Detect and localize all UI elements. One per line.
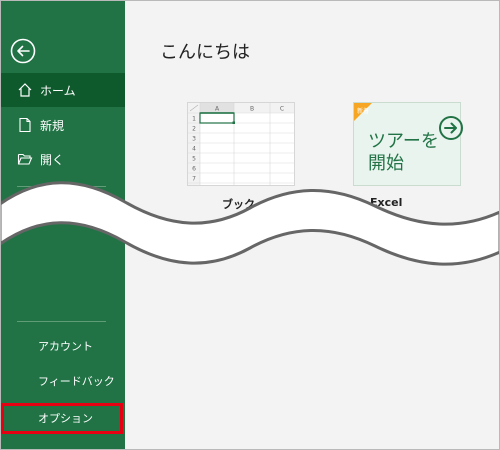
blank-workbook-tile[interactable]: A B C 1 2 3 4 5 6 7 (187, 102, 295, 186)
sidebar-item-open[interactable]: 開く (0, 142, 125, 176)
tour-title: ツアーを 開始 (368, 131, 439, 174)
sidebar-item-label: フィードバック (38, 375, 115, 388)
svg-text:3: 3 (192, 136, 196, 143)
open-folder-icon (17, 151, 33, 167)
wavy-break-overlay (0, 181, 500, 266)
sidebar-item-home[interactable]: ホーム (0, 73, 125, 107)
sidebar-item-new[interactable]: 新規 (0, 108, 125, 142)
svg-text:B: B (250, 106, 254, 113)
sidebar-item-label: アカウント (38, 340, 93, 353)
svg-text:C: C (280, 106, 284, 113)
arrow-right-circle-icon (439, 116, 463, 140)
svg-text:4: 4 (192, 146, 196, 153)
sidebar-item-feedback[interactable]: フィードバック (0, 366, 125, 396)
svg-text:新着: 新着 (357, 107, 369, 115)
svg-text:2: 2 (192, 126, 196, 133)
svg-text:5: 5 (192, 156, 196, 163)
spreadsheet-preview: A B C 1 2 3 4 5 6 7 (188, 103, 294, 185)
take-tour-tile[interactable]: 新着 ツアーを 開始 (353, 102, 463, 186)
sidebar-divider (17, 321, 106, 322)
svg-text:1: 1 (192, 116, 196, 123)
new-document-icon (17, 117, 33, 133)
back-arrow-icon[interactable] (10, 38, 36, 64)
new-badge: 新着 (354, 103, 372, 121)
home-icon (17, 82, 33, 98)
sidebar-item-label: ホーム (40, 83, 76, 98)
sidebar-item-label: 新規 (40, 118, 65, 133)
page-title: こんにちは (160, 42, 250, 63)
options-highlight-box (1, 403, 123, 434)
sidebar-item-label: 開く (40, 152, 65, 167)
svg-text:6: 6 (192, 166, 196, 173)
sidebar-item-account[interactable]: アカウント (0, 331, 125, 361)
